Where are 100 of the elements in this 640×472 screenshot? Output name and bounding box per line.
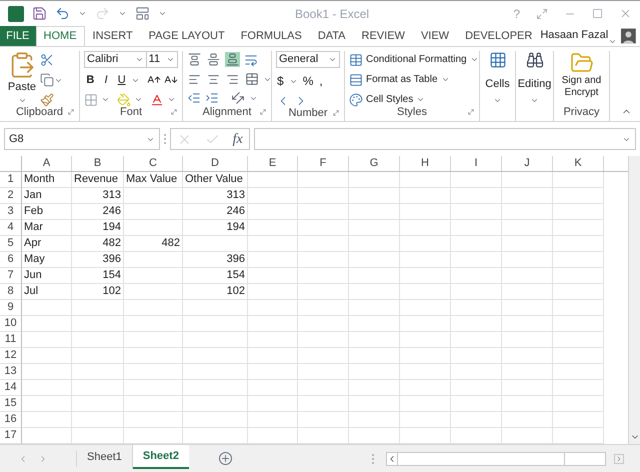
row-header[interactable]: 11 <box>0 332 22 348</box>
dropdown-caret-icon[interactable] <box>328 55 337 64</box>
dropdown-caret-icon[interactable] <box>416 95 426 104</box>
column-header[interactable]: B <box>72 156 124 171</box>
maximize-icon[interactable] <box>592 8 603 19</box>
align-center-icon[interactable] <box>207 72 220 86</box>
avatar[interactable] <box>621 26 636 46</box>
cell-styles-icon[interactable] <box>349 92 363 106</box>
column-header[interactable]: A <box>22 156 72 171</box>
ribbon-tab[interactable]: FORMULAS <box>232 26 310 46</box>
underline-button[interactable]: U <box>115 72 128 88</box>
dropdown-caret-icon[interactable] <box>134 55 144 64</box>
dropdown-caret-icon[interactable] <box>167 95 176 104</box>
user-name[interactable]: Hasaan Fazal <box>540 26 608 43</box>
customize-caret-icon[interactable] <box>158 9 167 18</box>
column-header[interactable]: F <box>298 156 349 171</box>
dialog-launcher-icon[interactable] <box>332 109 340 117</box>
bold-button[interactable]: B <box>84 72 97 88</box>
insert-function-button[interactable]: fx <box>232 128 243 150</box>
row-header[interactable]: 10 <box>0 316 22 332</box>
increase-indent-icon[interactable] <box>205 91 219 105</box>
row-header[interactable]: 12 <box>0 348 22 364</box>
dialog-launcher-icon[interactable] <box>259 108 267 116</box>
row-header[interactable]: 9 <box>0 300 22 316</box>
number-format-field[interactable]: General <box>276 51 340 68</box>
save-icon[interactable] <box>32 6 47 21</box>
binoculars-icon[interactable] <box>526 51 544 69</box>
cells-icon[interactable] <box>488 51 506 69</box>
column-header[interactable]: D <box>183 156 248 171</box>
currency-button[interactable]: $ <box>276 72 285 90</box>
percent-button[interactable]: % <box>302 72 314 90</box>
row-header[interactable]: 15 <box>0 396 22 412</box>
row-header[interactable]: 7 <box>0 268 22 284</box>
font-color-icon[interactable] <box>150 92 164 106</box>
fill-color-icon[interactable] <box>117 92 131 106</box>
row-header[interactable]: 3 <box>0 204 22 220</box>
cells-button[interactable]: Cells <box>485 76 510 92</box>
row-header[interactable]: 5 <box>0 236 22 252</box>
ribbon-tab[interactable]: PAGE LAYOUT <box>140 26 233 46</box>
align-left-icon[interactable] <box>188 72 201 86</box>
styles-button[interactable]: Conditional Formatting <box>366 52 467 67</box>
italic-button[interactable]: I <box>100 72 112 88</box>
dropdown-caret-icon[interactable] <box>78 9 87 18</box>
dialog-launcher-icon[interactable] <box>170 108 178 116</box>
styles-button[interactable]: Format as Table <box>366 72 438 87</box>
ribbon-tab[interactable]: DEVELOPER <box>457 26 540 46</box>
excel-logo-icon[interactable] <box>8 6 24 22</box>
close-icon[interactable] <box>619 7 632 20</box>
dropdown-caret-icon[interactable] <box>440 75 450 84</box>
ribbon-tab[interactable]: REVIEW <box>354 26 413 46</box>
new-sheet-icon[interactable] <box>218 452 232 465</box>
undo-icon[interactable] <box>55 6 70 21</box>
font-name-field[interactable]: Calibri <box>84 51 147 68</box>
wrap-text-icon[interactable] <box>244 52 258 66</box>
conditional-formatting-icon[interactable] <box>349 52 363 66</box>
styles-button[interactable]: Cell Styles <box>366 92 414 107</box>
ribbon-display-icon[interactable] <box>536 8 548 20</box>
format-painter-icon[interactable] <box>40 93 54 107</box>
sign-and-encrypt-button[interactable]: Sign and Encrypt <box>558 75 605 99</box>
align-right-icon[interactable] <box>226 72 239 86</box>
ribbon-tab[interactable]: VIEW <box>412 26 458 46</box>
row-header[interactable]: 4 <box>0 220 22 236</box>
table-icon[interactable] <box>349 72 363 86</box>
name-box[interactable]: G8 <box>4 128 160 150</box>
row-header[interactable]: 16 <box>0 412 22 428</box>
form-icon[interactable] <box>135 6 150 21</box>
row-header[interactable]: 6 <box>0 252 22 268</box>
borders-icon[interactable] <box>84 92 98 106</box>
copy-icon[interactable] <box>40 73 54 87</box>
column-header[interactable]: E <box>248 156 298 171</box>
ribbon-tab[interactable]: INSERT <box>84 26 141 46</box>
row-header[interactable]: 14 <box>0 380 22 396</box>
dropdown-caret-icon[interactable] <box>166 55 175 64</box>
ribbon-tab[interactable]: HOME <box>36 26 85 46</box>
row-header[interactable]: 1 <box>0 172 22 188</box>
file-tab[interactable]: FILE <box>0 26 36 46</box>
dropdown-caret-icon[interactable] <box>118 9 127 18</box>
row-header[interactable]: 2 <box>0 188 22 204</box>
column-header[interactable]: K <box>553 156 604 171</box>
column-header[interactable]: H <box>400 156 451 171</box>
row-header[interactable]: 13 <box>0 364 22 380</box>
dialog-launcher-icon[interactable] <box>67 108 75 116</box>
row-header[interactable]: 8 <box>0 284 22 300</box>
dropdown-caret-icon[interactable] <box>101 95 110 104</box>
paste-button[interactable]: Paste <box>8 79 36 96</box>
column-header[interactable]: J <box>502 156 553 171</box>
column-header[interactable]: G <box>349 156 400 171</box>
user-caret-icon[interactable] <box>608 37 618 46</box>
decrease-indent-icon[interactable] <box>187 91 201 105</box>
merge-cells-icon[interactable] <box>245 72 259 86</box>
editing-button[interactable]: Editing <box>518 76 552 92</box>
dropdown-caret-icon[interactable] <box>134 95 143 104</box>
formula-input[interactable] <box>254 128 636 150</box>
font-size-field[interactable]: 11 <box>146 51 178 68</box>
dialog-launcher-icon[interactable] <box>467 108 475 116</box>
column-header[interactable]: C <box>124 156 183 171</box>
ribbon-tab[interactable]: DATA <box>310 26 354 46</box>
horizontal-scrollbar[interactable] <box>386 452 606 466</box>
column-header[interactable]: I <box>451 156 502 171</box>
sheet-tab[interactable]: Sheet2 <box>132 445 189 469</box>
